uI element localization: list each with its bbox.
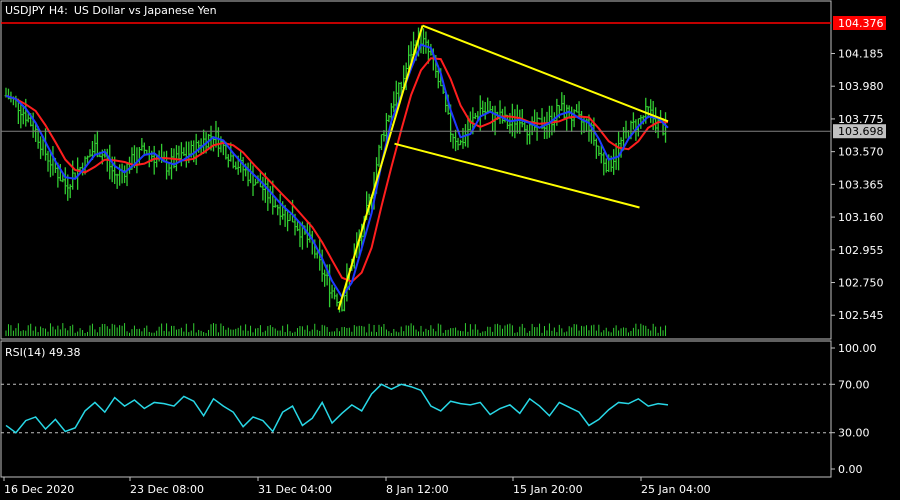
price-tick-label: 104.185 xyxy=(838,47,884,60)
chart-title: USDJPY H4: US Dollar vs Japanese Yen xyxy=(5,4,217,17)
price-tick-label: 103.160 xyxy=(838,211,884,224)
price-tick-label: 102.545 xyxy=(838,309,884,322)
trading-chart: USDJPY H4: US Dollar vs Japanese Yen 104.1… xyxy=(0,0,900,500)
price-tick-label: 103.365 xyxy=(838,178,884,191)
symbol-label: USDJPY xyxy=(5,4,45,17)
rsi-tick-label: 0.00 xyxy=(838,463,863,476)
time-tick-label: 16 Dec 2020 xyxy=(4,483,74,496)
time-tick-label: 15 Jan 20:00 xyxy=(513,483,583,496)
time-tick-label: 23 Dec 08:00 xyxy=(130,483,204,496)
rsi-label: RSI(14) 49.38 xyxy=(5,346,80,359)
rsi-tick-label: 70.00 xyxy=(838,378,870,391)
time-tick-label: 8 Jan 12:00 xyxy=(386,483,449,496)
rsi-tick-label: 100.00 xyxy=(838,342,877,355)
time-tick-label: 25 Jan 04:00 xyxy=(641,483,711,496)
timeframe-label: H4: xyxy=(49,4,68,17)
high-price-tag-text: 104.376 xyxy=(838,17,884,30)
current-price-tag-text: 103.698 xyxy=(838,125,884,138)
chart-background xyxy=(0,0,900,500)
price-tick-label: 102.955 xyxy=(838,244,884,257)
time-tick-label: 31 Dec 04:00 xyxy=(258,483,332,496)
price-tick-label: 103.775 xyxy=(838,113,884,126)
price-tick-label: 103.980 xyxy=(838,80,884,93)
price-axis: 104.185 103.980 103.775 103.570 103.365 103.1… xyxy=(831,47,884,322)
symbol-description: US Dollar vs Japanese Yen xyxy=(74,4,217,17)
price-tick-label: 103.570 xyxy=(838,146,884,159)
rsi-tick-label: 30.00 xyxy=(838,427,870,440)
price-tick-label: 102.750 xyxy=(838,277,884,290)
